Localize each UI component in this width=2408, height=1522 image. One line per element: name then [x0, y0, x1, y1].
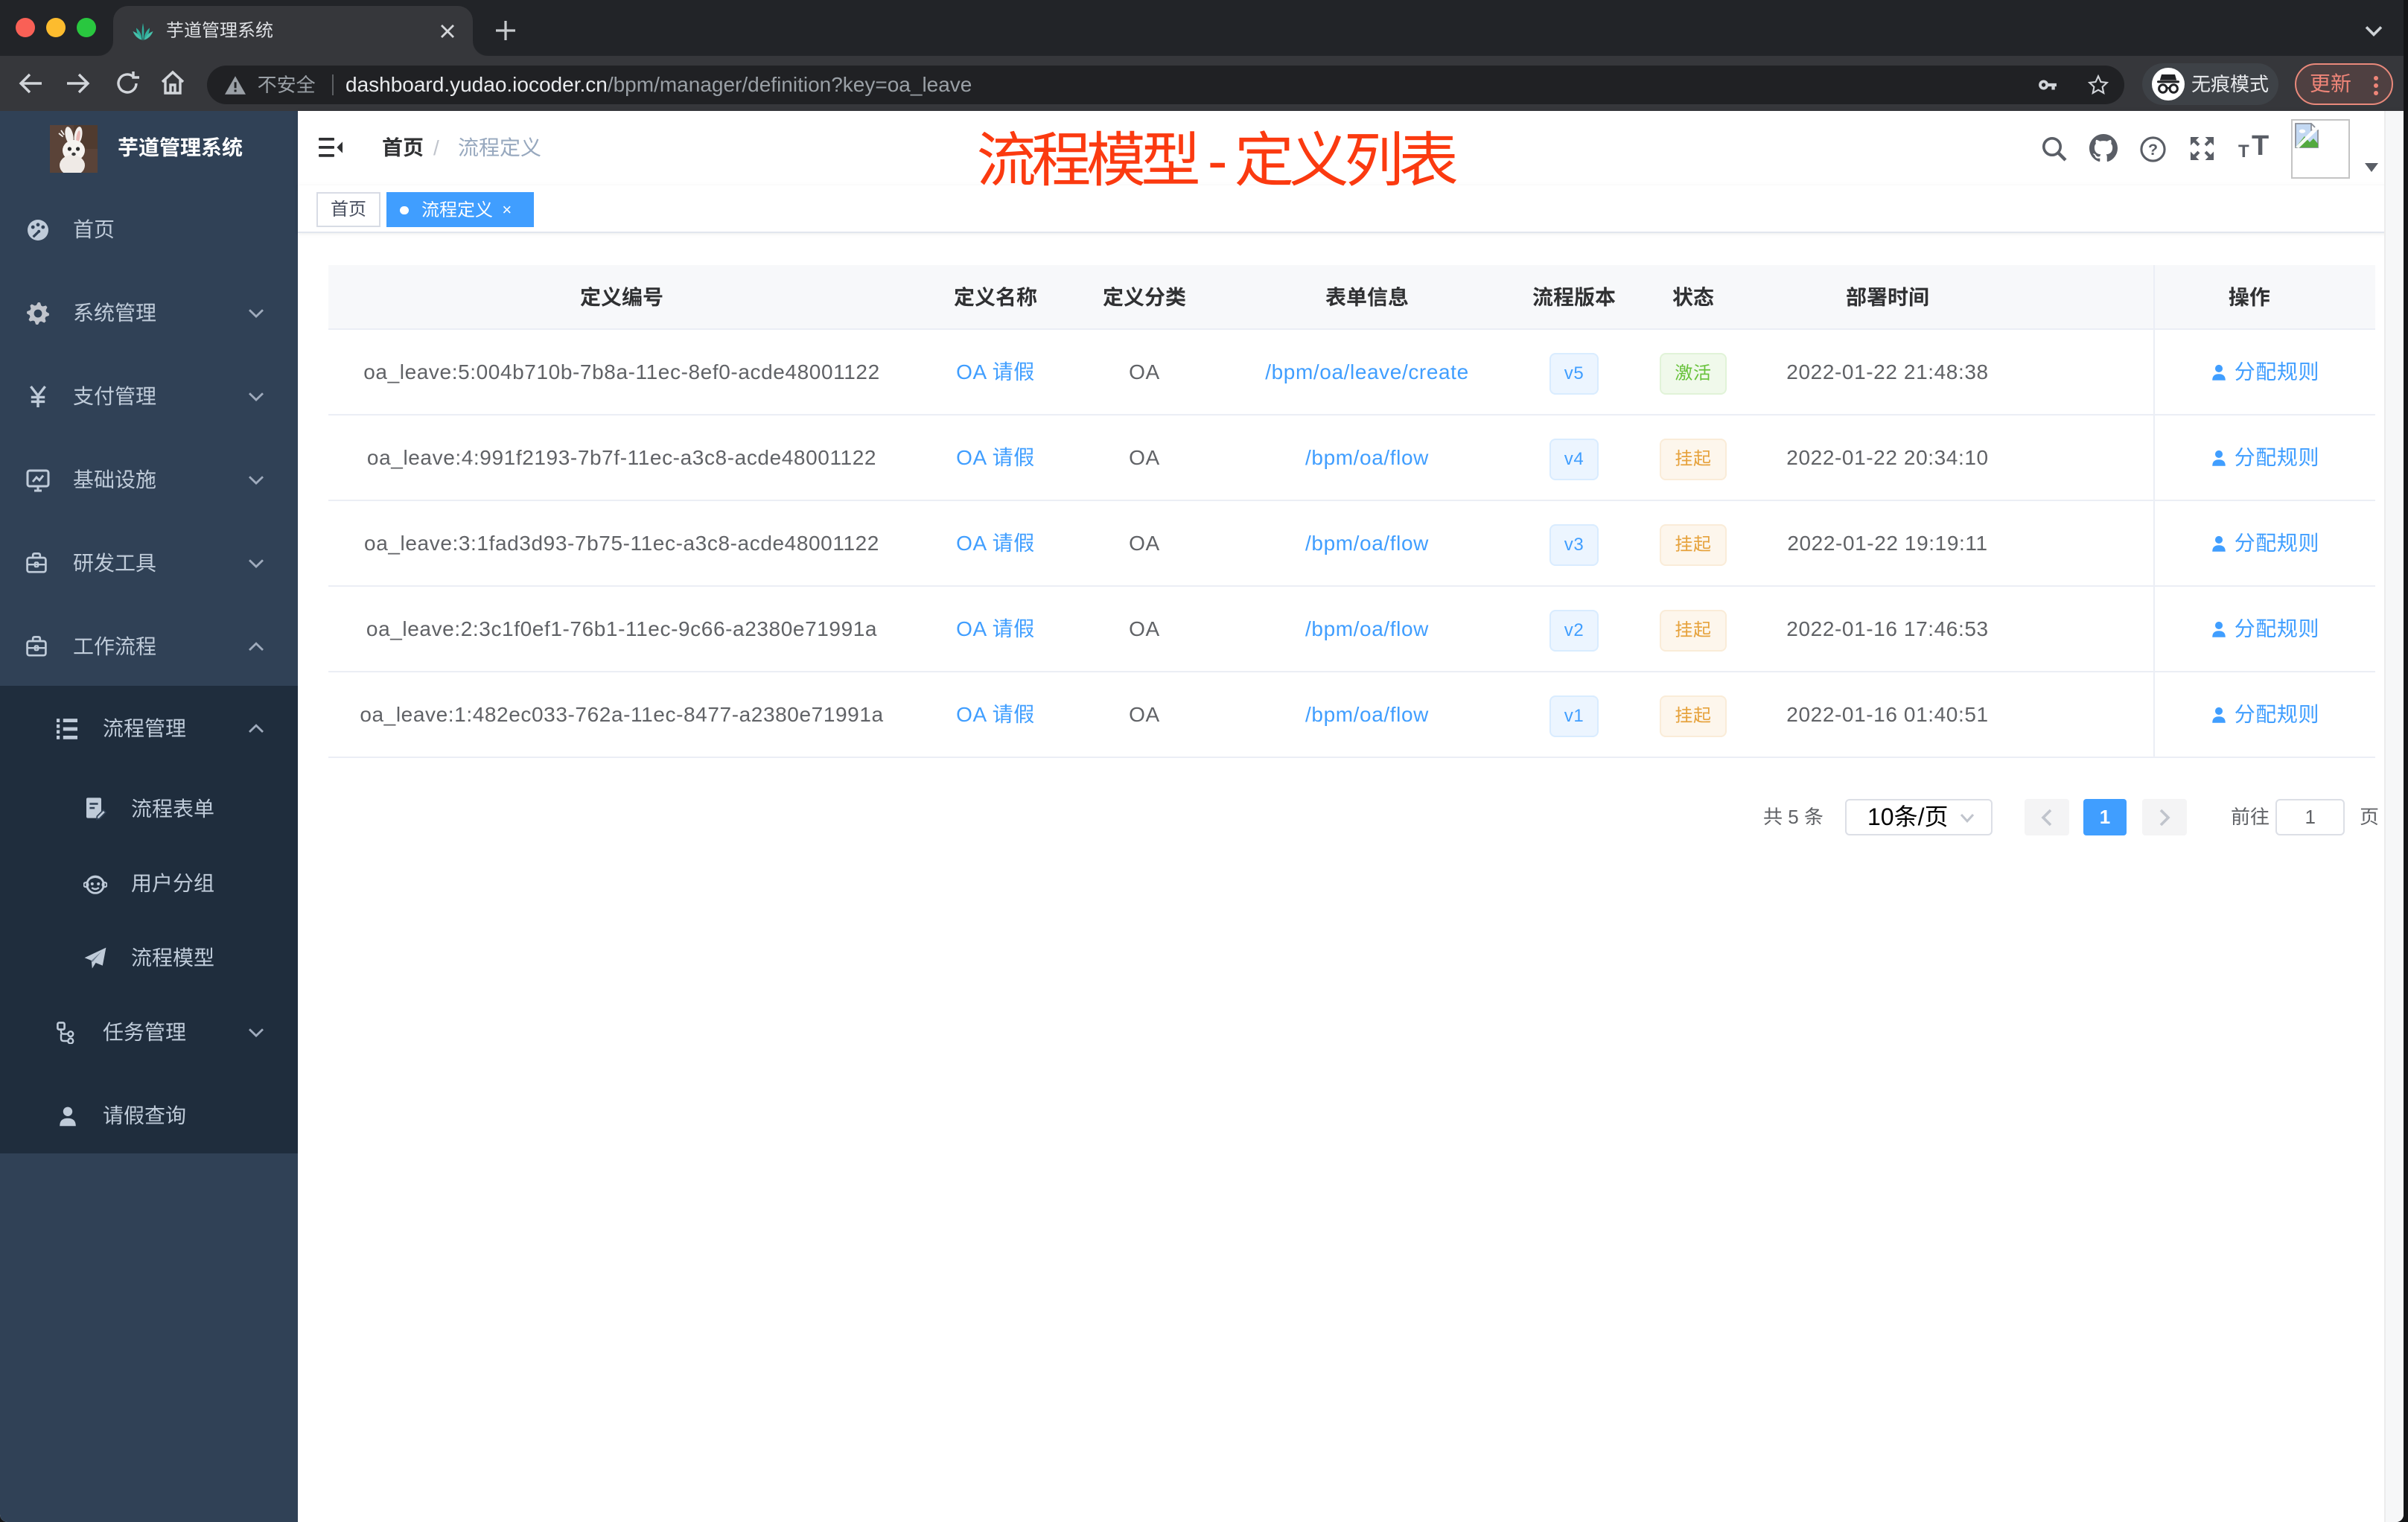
svg-text:?: ? [2148, 141, 2158, 159]
